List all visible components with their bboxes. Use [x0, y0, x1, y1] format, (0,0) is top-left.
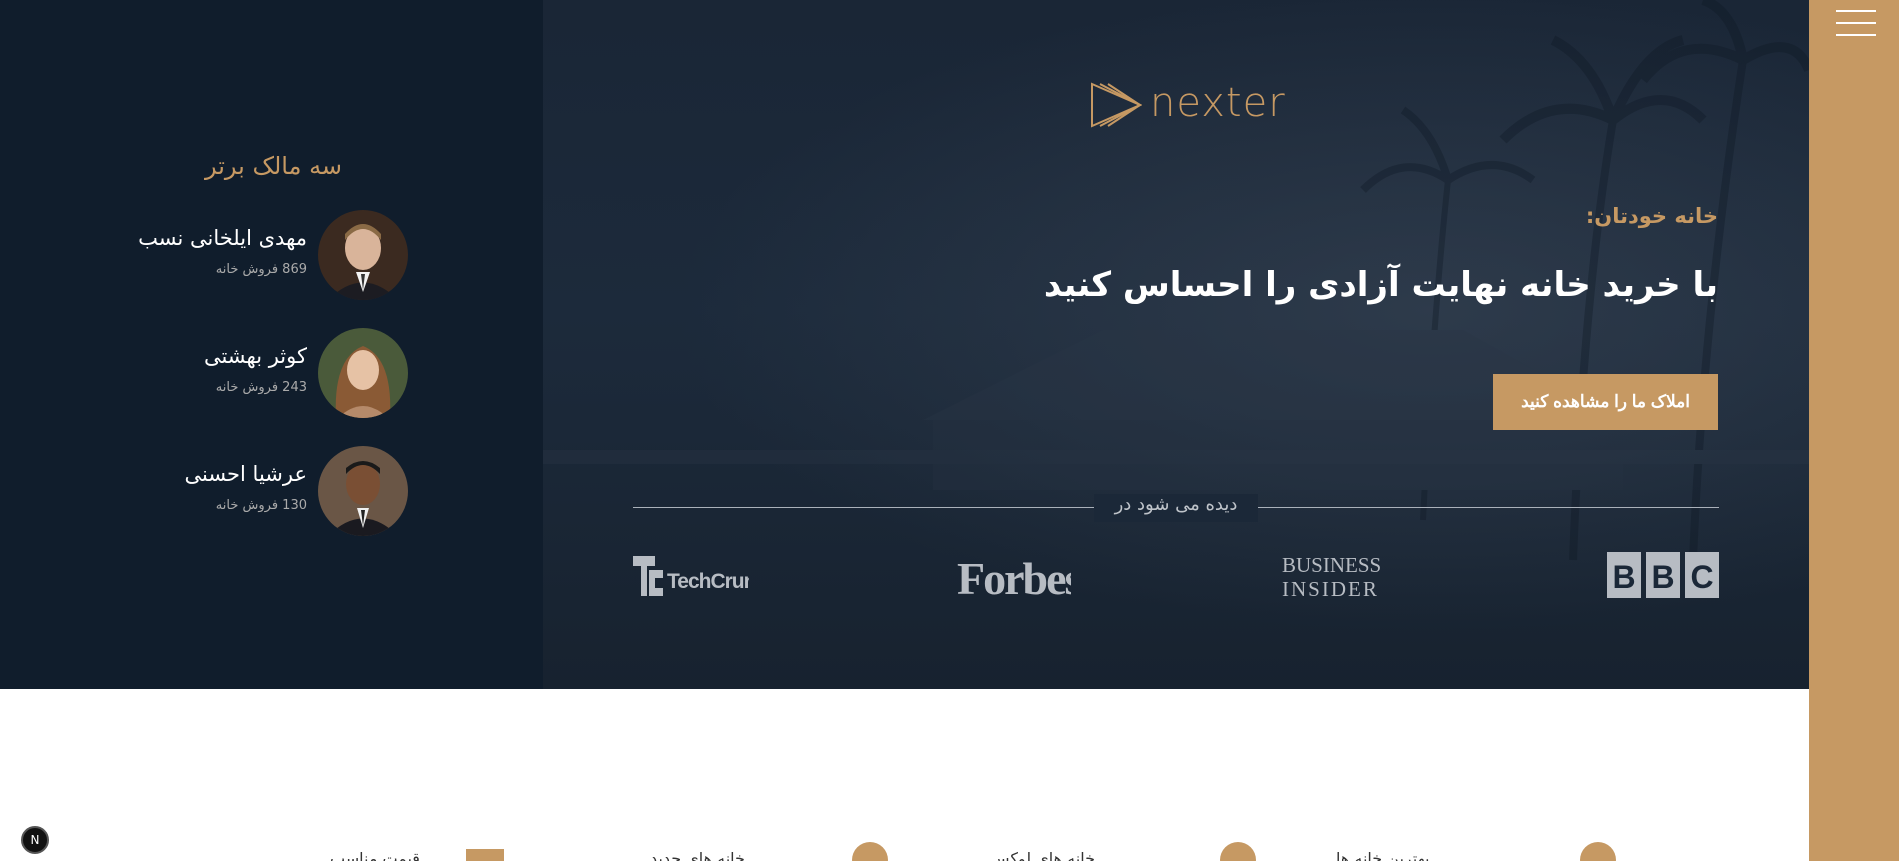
- realtor-name: عرشیا احسنی: [184, 462, 307, 486]
- realtor-item[interactable]: عرشیا احسنی 130 فروش خانه: [100, 446, 410, 538]
- business-text: BUSINESS: [1282, 553, 1381, 577]
- view-properties-button[interactable]: املاک ما را مشاهده کنید: [1493, 374, 1718, 430]
- realtor-item[interactable]: کوثر بهشتی 243 فروش خانه: [100, 328, 410, 420]
- seen-on-label: دیده می شود در: [1114, 494, 1238, 515]
- logo-text: nexter: [1150, 80, 1286, 126]
- insider-text: INSIDER: [1282, 577, 1379, 600]
- bbc-letter-b2: B: [1651, 559, 1674, 595]
- forbes-text: Forbes: [957, 553, 1071, 602]
- avatar: [318, 328, 408, 418]
- realtor-name: مهدی ایلخانی نسب: [138, 226, 307, 250]
- forbes-logo: Forbes: [957, 552, 1084, 604]
- avatar: [318, 446, 408, 536]
- techcrunch-text: TechCrunch: [667, 570, 749, 593]
- realtor-sold: 869 فروش خانه: [215, 262, 307, 277]
- features-section: [0, 689, 1809, 861]
- bbc-letter-c: C: [1690, 559, 1713, 595]
- avatar: [318, 210, 408, 300]
- techcrunch-logo: TechCrunch: [633, 552, 779, 600]
- bbc-logo: B B C: [1607, 552, 1719, 600]
- business-insider-logo: BUSINESS INSIDER: [1282, 552, 1394, 601]
- realtors-title: سه مالک برتر: [205, 152, 343, 180]
- feature-label: خانه های لوکس: [990, 849, 1095, 861]
- hero-heading: با خرید خانه نهایت آزادی را احساس کنید: [1043, 265, 1718, 305]
- realtor-sold: 243 فروش خانه: [215, 380, 307, 395]
- next-badge[interactable]: N: [21, 826, 49, 854]
- feature-label: قیمت مناسب: [330, 849, 420, 861]
- logo-mark-icon: [1091, 82, 1142, 128]
- feature-label: خانه های جدید: [650, 849, 745, 861]
- key-icon: [466, 849, 504, 861]
- realtor-name: کوثر بهشتی: [203, 344, 307, 368]
- side-navigation: [1809, 0, 1899, 861]
- realtors-panel: سه مالک برتر مهدی ایلخانی نسب 869 فروش خ…: [0, 0, 543, 689]
- hamburger-icon[interactable]: [1836, 10, 1876, 36]
- hero-subtitle: خانه خودتان:: [1585, 204, 1718, 228]
- nexter-logo[interactable]: nexter: [1090, 80, 1285, 130]
- bbc-letter-b1: B: [1612, 559, 1635, 595]
- realtor-item[interactable]: مهدی ایلخانی نسب 869 فروش خانه: [100, 210, 410, 302]
- realtor-sold: 130 فروش خانه: [215, 498, 307, 513]
- feature-label: بهترین خانه ها: [1336, 849, 1430, 861]
